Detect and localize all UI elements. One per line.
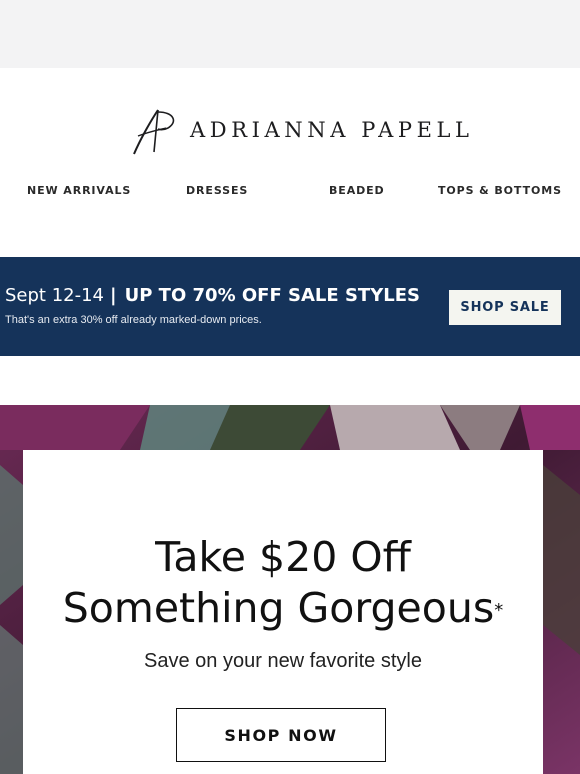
promo-asterisk: *: [494, 600, 504, 621]
sale-offer: UP TO 70% OFF SALE STYLES: [124, 285, 420, 306]
brand-monogram-logo[interactable]: [128, 106, 180, 158]
sale-banner-headline: Sept 12-14 | UP TO 70% OFF SALE STYLES: [5, 285, 420, 306]
promo-card: Take $20 Off Something Gorgeous* Save on…: [23, 450, 543, 774]
shop-now-button[interactable]: SHOP NOW: [176, 708, 386, 762]
nav-item-new-arrivals[interactable]: NEW ARRIVALS: [27, 184, 131, 197]
promo-headline: Take $20 Off Something Gorgeous*: [23, 532, 543, 634]
sale-subtext: That's an extra 30% off already marked-d…: [5, 314, 262, 326]
brand-name[interactable]: ADRIANNA PAPELL: [190, 118, 474, 142]
promo-headline-line2: Something Gorgeous: [62, 584, 495, 632]
promo-subhead: Save on your new favorite style: [144, 650, 422, 672]
sale-separator: |: [110, 285, 117, 306]
promo-headline-line1: Take $20 Off: [155, 533, 411, 581]
top-spacer: [0, 0, 580, 68]
nav-item-tops-bottoms[interactable]: TOPS & BOTTOMS: [438, 184, 562, 197]
nav-item-dresses[interactable]: DRESSES: [186, 184, 248, 197]
sale-banner[interactable]: Sept 12-14 | UP TO 70% OFF SALE STYLES Tha…: [0, 257, 580, 356]
shop-sale-button[interactable]: SHOP SALE: [449, 290, 561, 325]
main-nav: NEW ARRIVALS DRESSES BEADED TOPS & BOTTO…: [0, 178, 580, 208]
sale-dates: Sept 12-14: [5, 285, 105, 306]
brand-header: ADRIANNA PAPELL: [0, 68, 580, 178]
hero-section[interactable]: Take $20 Off Something Gorgeous* Save on…: [0, 405, 580, 774]
nav-item-beaded[interactable]: BEADED: [329, 184, 385, 197]
